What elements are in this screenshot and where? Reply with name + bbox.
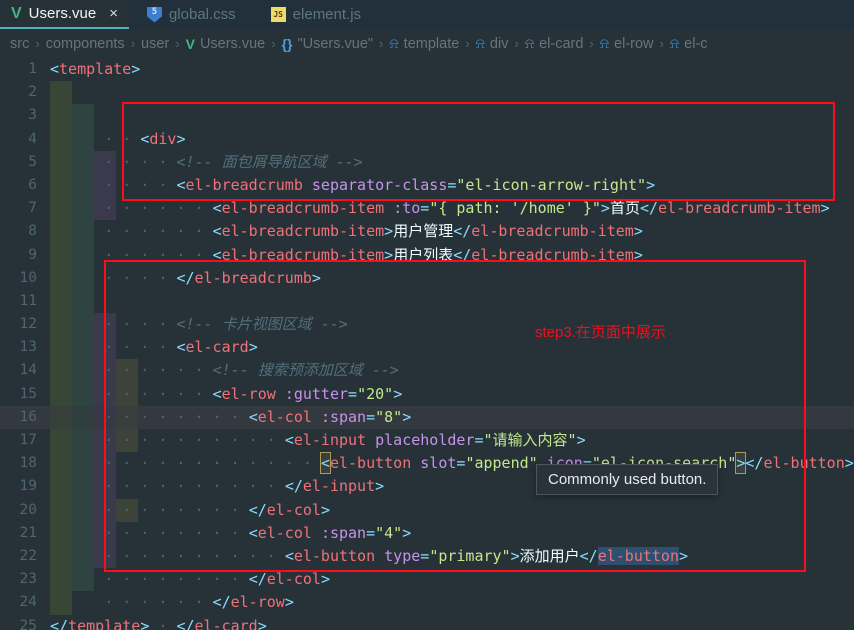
cube-icon: ⍾	[475, 34, 485, 51]
bracket-match-open: <	[319, 452, 331, 475]
line-number: 9	[28, 246, 37, 263]
js-file-icon: JS	[270, 7, 286, 22]
braces-icon: {}	[281, 35, 293, 52]
breadcrumb-item-el-col[interactable]: ⍾ el-c	[670, 36, 708, 52]
code-line: 1 <template>	[0, 58, 854, 81]
line-number: 7	[28, 200, 37, 217]
vue-icon: V	[11, 4, 22, 22]
breadcrumb-item-el-row[interactable]: ⍾ el-row	[600, 36, 654, 52]
breadcrumb-label: template	[403, 35, 460, 52]
line-number: 22	[19, 547, 37, 564]
breadcrumb-item-users-vue-symbol[interactable]: {} "Users.vue"	[282, 36, 373, 52]
line-number: 10	[19, 269, 37, 286]
code-lines: 1 <template> 2 · · <div> 3 · · · · <!-- …	[0, 58, 854, 630]
code-line: 2 · · <div>	[0, 81, 854, 148]
breadcrumb-item-users-vue[interactable]: V Users.vue	[186, 36, 266, 52]
breadcrumb-separator: ›	[271, 36, 276, 51]
line-number: 5	[28, 153, 37, 170]
breadcrumb-item-src[interactable]: src	[10, 36, 29, 52]
annotation-step3-label: step3.在页面中展示	[535, 324, 666, 341]
line-number: 13	[19, 339, 37, 356]
line-number: 24	[19, 594, 37, 611]
line-number: 4	[28, 130, 37, 147]
vue-icon: V	[185, 35, 195, 52]
line-number: 20	[19, 501, 37, 518]
tab-element-js[interactable]: JS element.js	[247, 0, 372, 29]
code-editor[interactable]: 1 <template> 2 · · <div> 3 · · · · <!-- …	[0, 58, 854, 630]
editor-tab-bar: V Users.vue × 5 global.css JS element.js	[0, 0, 854, 29]
tab-global-css[interactable]: 5 global.css	[129, 0, 247, 29]
breadcrumb-separator: ›	[514, 36, 519, 51]
tab-label: element.js	[292, 6, 362, 23]
cube-icon: ⍾	[669, 34, 680, 51]
line-number: 17	[19, 432, 37, 448]
code-line: 25 </template>	[0, 615, 854, 630]
breadcrumb-item-el-card[interactable]: ⍾ el-card	[525, 36, 584, 52]
breadcrumb-separator: ›	[175, 36, 180, 51]
line-number: 21	[19, 524, 37, 541]
line-number: 19	[19, 478, 37, 495]
line-number: 3	[28, 107, 37, 124]
breadcrumb-label: user	[141, 35, 170, 52]
line-number: 12	[19, 316, 37, 333]
tab-label: global.css	[168, 6, 236, 23]
breadcrumb-item-components[interactable]: components	[46, 36, 125, 52]
css-file-icon: 5	[146, 6, 162, 23]
line-number: 11	[19, 292, 37, 309]
cube-icon: ⍾	[389, 34, 399, 51]
breadcrumb-label: el-card	[539, 35, 584, 52]
hover-tooltip: Commonly used button.	[536, 464, 719, 495]
code-line: 11 · · · · <el-card>	[0, 289, 854, 356]
line-number: 1	[28, 61, 37, 77]
line-number: 25	[19, 617, 37, 630]
breadcrumb-label: components	[45, 35, 125, 52]
breadcrumb-separator: ›	[589, 36, 594, 51]
breadcrumb-separator: ›	[379, 36, 384, 51]
close-icon[interactable]: ×	[109, 6, 118, 21]
line-number: 2	[28, 84, 37, 101]
breadcrumb: src › components › user › V Users.vue › …	[0, 29, 854, 58]
line-number: 8	[28, 223, 37, 240]
line-number: 15	[19, 385, 37, 402]
breadcrumb-label: src	[10, 35, 30, 52]
breadcrumb-separator: ›	[659, 36, 664, 51]
line-number: 23	[19, 571, 37, 588]
line-number: 18	[19, 455, 37, 472]
tab-label: Users.vue	[28, 5, 97, 22]
selected-token: el-button	[597, 546, 679, 565]
line-number: 14	[19, 362, 37, 379]
code-line: 3 · · · · <!-- 面包屑导航区域 -->	[0, 104, 854, 171]
breadcrumb-separator: ›	[465, 36, 470, 51]
breadcrumb-separator: ›	[130, 36, 136, 51]
breadcrumb-item-user[interactable]: user	[141, 36, 169, 52]
breadcrumb-item-template[interactable]: ⍾ template	[389, 36, 459, 52]
breadcrumb-label: Users.vue	[199, 35, 266, 52]
cube-icon: ⍾	[599, 34, 610, 51]
cube-icon: ⍾	[524, 34, 535, 51]
breadcrumb-label: "Users.vue"	[297, 35, 374, 52]
breadcrumb-label: div	[489, 35, 509, 52]
tab-users-vue[interactable]: V Users.vue ×	[0, 0, 129, 29]
line-number: 16	[19, 408, 37, 425]
breadcrumb-separator: ›	[35, 36, 40, 51]
breadcrumb-label: el-row	[614, 35, 654, 52]
line-number: 6	[28, 176, 37, 193]
breadcrumb-label: el-c	[684, 35, 708, 52]
breadcrumb-item-div[interactable]: ⍾ div	[476, 36, 509, 52]
